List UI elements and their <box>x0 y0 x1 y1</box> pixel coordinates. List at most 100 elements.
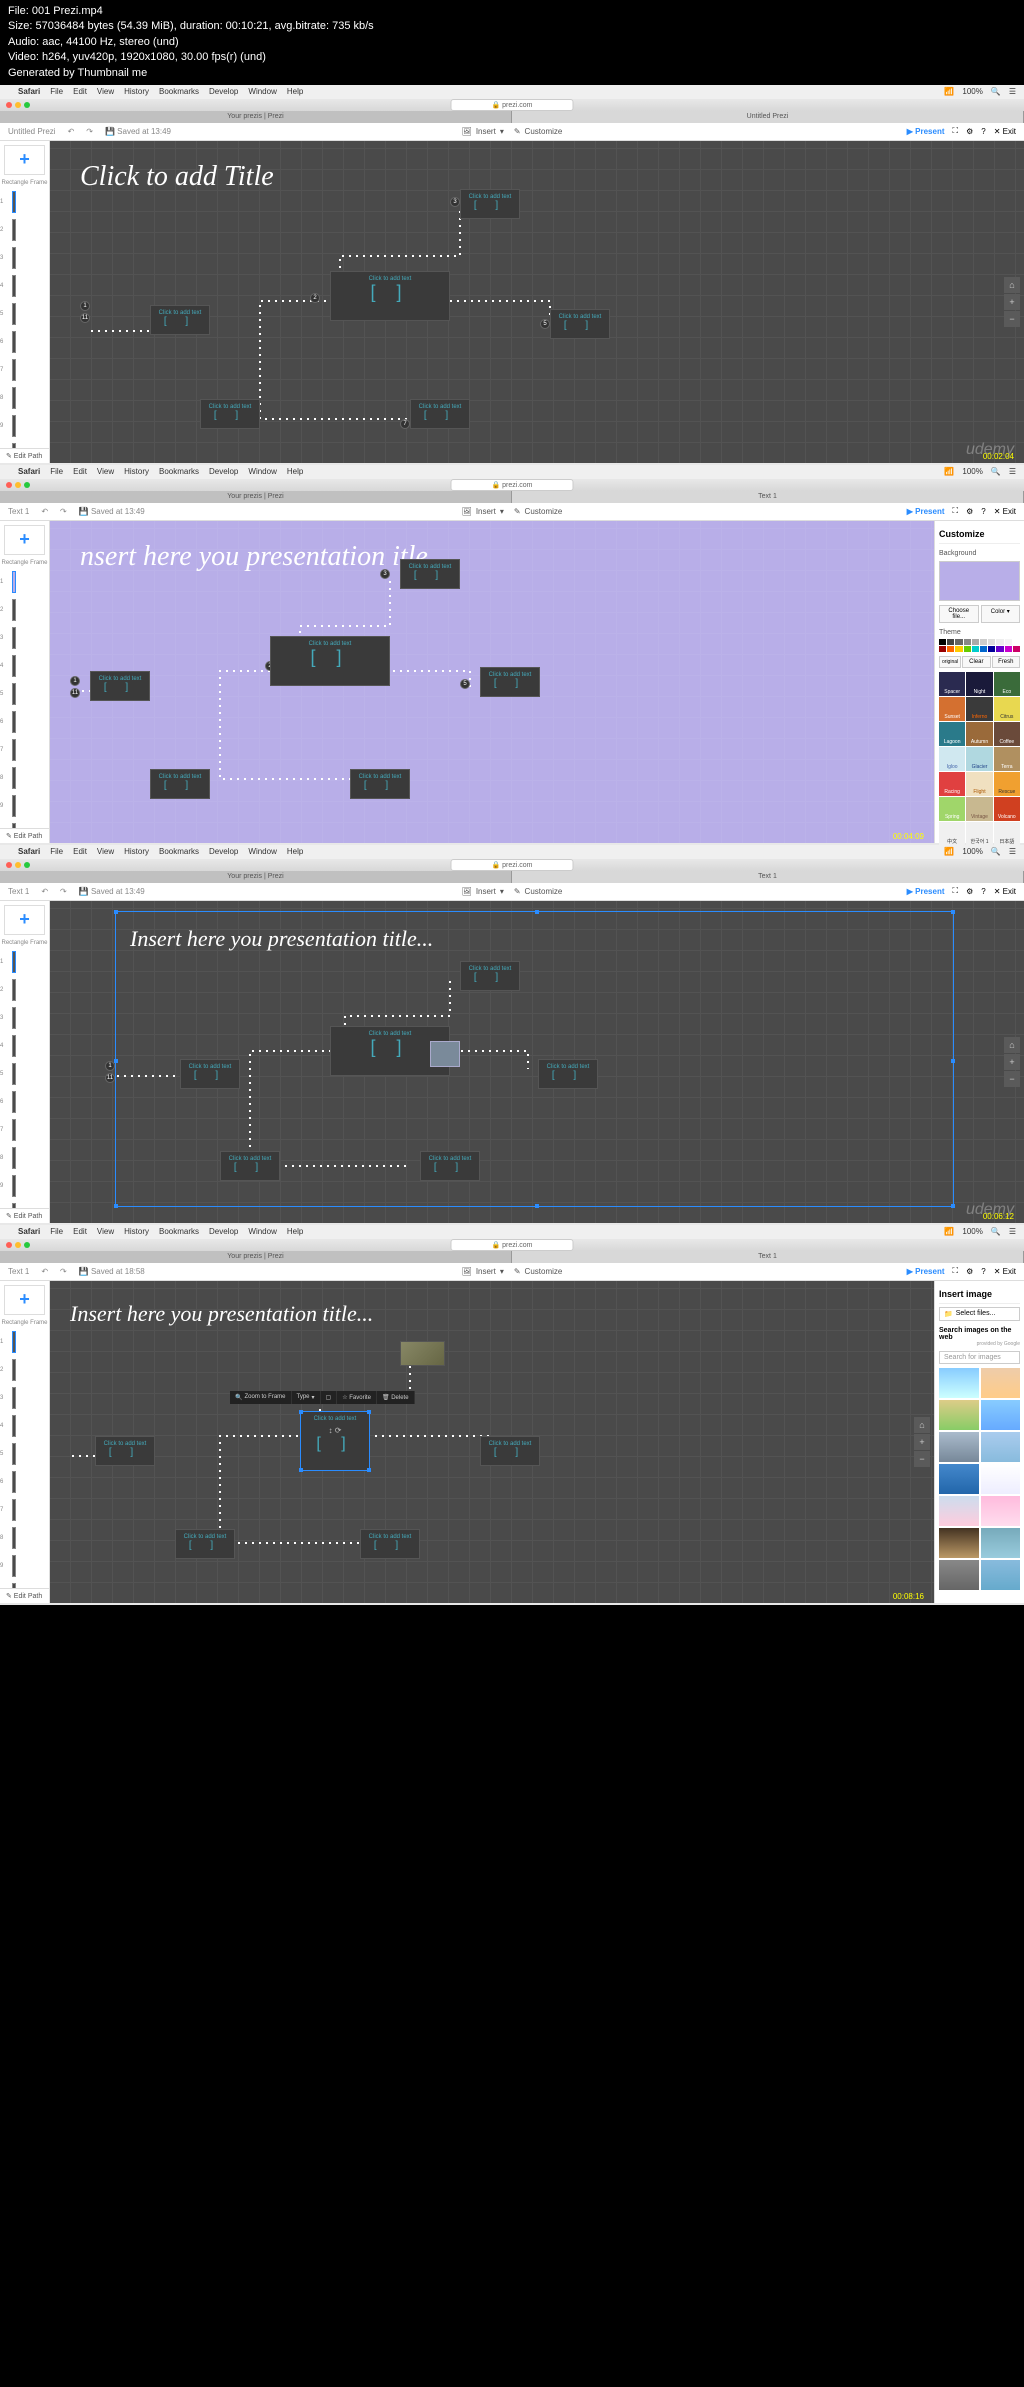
thumb-3[interactable] <box>12 247 16 269</box>
zoom-to-frame-button[interactable]: 🔍 Zoom to Frame <box>230 1391 292 1404</box>
color-swatch[interactable] <box>1013 646 1020 652</box>
edit-path-button[interactable]: ✎ Edit Path <box>0 828 49 843</box>
color-swatch[interactable] <box>980 646 987 652</box>
present-button[interactable]: ▶ Present <box>907 127 945 136</box>
image-result[interactable] <box>981 1496 1021 1526</box>
delete-button[interactable]: 🗑 Delete <box>377 1391 415 1404</box>
wifi-icon[interactable]: 📶 <box>944 87 954 96</box>
color-swatch[interactable] <box>955 639 962 645</box>
thumb-1[interactable] <box>12 191 16 213</box>
thumb-7[interactable] <box>12 359 16 381</box>
color-swatch[interactable] <box>939 639 946 645</box>
image-result[interactable] <box>981 1368 1021 1398</box>
theme-tile[interactable]: Flight <box>966 772 992 796</box>
canvas[interactable]: Click to add Title 1 11 2 3 5 7 Click to… <box>50 141 1024 463</box>
image-result[interactable] <box>939 1496 979 1526</box>
maximize-window-icon[interactable] <box>24 102 30 108</box>
present-button[interactable]: ▶ Present <box>907 507 945 516</box>
color-swatch[interactable] <box>947 639 954 645</box>
theme-tile[interactable]: Rescue <box>994 772 1020 796</box>
frame-node-main[interactable]: Click to add text[ ] <box>330 271 450 321</box>
menu-view[interactable]: View <box>97 87 114 96</box>
thumb-2[interactable] <box>12 219 16 241</box>
path-marker-5[interactable]: 5 <box>540 319 550 329</box>
frame-node[interactable]: Click to add text[ ] <box>150 305 210 335</box>
image-result[interactable] <box>939 1368 979 1398</box>
add-frame-button[interactable]: + <box>4 525 45 555</box>
theme-tile[interactable]: Autumn <box>966 722 992 746</box>
theme-tile[interactable]: Sunset <box>939 697 965 721</box>
tab-prezis[interactable]: Your prezis | Prezi <box>0 111 512 123</box>
menu-icon[interactable]: ☰ <box>1009 87 1016 96</box>
minimize-window-icon[interactable] <box>15 102 21 108</box>
customize-button[interactable]: ✎ Customize <box>514 507 563 516</box>
favorite-button[interactable]: ☆ Favorite <box>337 1391 377 1404</box>
path-marker-7[interactable]: 7 <box>400 419 410 429</box>
color-swatch[interactable] <box>988 639 995 645</box>
theme-tile[interactable]: Spacer <box>939 672 965 696</box>
menu-window[interactable]: Window <box>248 87 276 96</box>
frame-node[interactable]: Click to add text[ ] <box>460 189 520 219</box>
new-frame[interactable] <box>430 1041 460 1067</box>
title-placeholder[interactable]: Click to add Title <box>80 161 274 193</box>
color-swatch[interactable] <box>964 639 971 645</box>
theme-tile[interactable]: 中文 <box>939 822 965 846</box>
color-swatch[interactable] <box>964 646 971 652</box>
theme-tile[interactable]: Glacier <box>966 747 992 771</box>
theme-tile[interactable]: Terra <box>994 747 1020 771</box>
menu-history[interactable]: History <box>124 87 149 96</box>
exit-button[interactable]: ✕ Exit <box>994 127 1016 136</box>
color-swatch[interactable] <box>996 639 1003 645</box>
color-swatch[interactable] <box>1005 646 1012 652</box>
frame-node[interactable]: Click to add text[ ] <box>550 309 610 339</box>
theme-tile[interactable]: Night <box>966 672 992 696</box>
color-swatch[interactable] <box>988 646 995 652</box>
menu-bookmarks[interactable]: Bookmarks <box>159 87 199 96</box>
theme-tile[interactable]: Igloo <box>939 747 965 771</box>
insert-button[interactable]: 🖼 Insert ▾ <box>462 507 504 516</box>
edit-path-button[interactable]: ✎ Edit Path <box>0 448 49 463</box>
canvas[interactable]: Insert here you presentation title... 🔍 … <box>50 1281 934 1603</box>
choose-file-button[interactable]: Choose file... <box>939 605 979 623</box>
menu-edit[interactable]: Edit <box>73 87 87 96</box>
share-button[interactable]: ⛶ <box>953 126 959 136</box>
color-swatch[interactable] <box>972 646 979 652</box>
image-result[interactable] <box>981 1528 1021 1558</box>
bg-preview[interactable] <box>939 561 1020 601</box>
color-swatch[interactable] <box>1005 639 1012 645</box>
frame-node[interactable]: Click to add text[ ] <box>200 399 260 429</box>
thumb-6[interactable] <box>12 331 16 353</box>
color-swatch[interactable] <box>947 646 954 652</box>
theme-tile[interactable]: Inferno <box>966 697 992 721</box>
image-result[interactable] <box>981 1464 1021 1494</box>
add-frame-button[interactable]: + <box>4 145 45 175</box>
theme-tile[interactable]: 日本語 <box>994 822 1020 846</box>
zoom-out-button[interactable]: − <box>1004 311 1020 327</box>
battery[interactable]: 100% <box>962 87 982 96</box>
menu-file[interactable]: File <box>50 87 63 96</box>
path-marker-11[interactable]: 11 <box>80 313 90 323</box>
theme-tile[interactable]: Coffee <box>994 722 1020 746</box>
select-files-button[interactable]: 📁 Select files... <box>939 1307 1020 1321</box>
image-result[interactable] <box>939 1464 979 1494</box>
frame-node[interactable]: Click to add text[ ] <box>410 399 470 429</box>
app-name[interactable]: Safari <box>18 87 40 96</box>
theme-tile[interactable]: Spring <box>939 797 965 821</box>
menu-help[interactable]: Help <box>287 87 303 96</box>
image-node[interactable] <box>400 1341 445 1366</box>
theme-tile[interactable]: Citrus <box>994 697 1020 721</box>
image-result[interactable] <box>981 1560 1021 1590</box>
help-button[interactable]: ? <box>981 127 985 136</box>
path-marker-3[interactable]: 3 <box>450 197 460 207</box>
thumb-5[interactable] <box>12 303 16 325</box>
menu-develop[interactable]: Develop <box>209 87 238 96</box>
color-swatch[interactable] <box>939 646 946 652</box>
url-field[interactable]: 🔒 prezi.com <box>450 99 573 111</box>
color-swatch[interactable] <box>955 646 962 652</box>
color-swatch[interactable] <box>972 639 979 645</box>
canvas[interactable]: Insert here you presentation title... 11… <box>50 901 1024 1223</box>
thumbs-list[interactable]: 1 2 3 4 5 6 7 8 9 10 <box>0 187 49 448</box>
path-marker-1[interactable]: 1 <box>80 301 90 311</box>
canvas[interactable]: nsert here you presentation itle... 111 … <box>50 521 934 843</box>
theme-tile[interactable]: Lagoon <box>939 722 965 746</box>
